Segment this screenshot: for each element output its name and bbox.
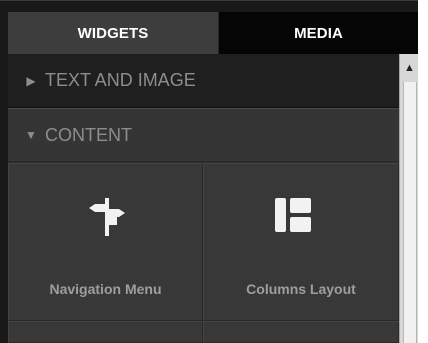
partial-widget-card[interactable] bbox=[8, 321, 203, 343]
tab-widgets[interactable]: WIDGETS bbox=[8, 12, 219, 54]
tab-widgets-label: WIDGETS bbox=[77, 24, 149, 42]
widget-panel: WIDGETS MEDIA ▶ TEXT AND IMAGE ▼ CONTENT bbox=[0, 0, 428, 343]
signpost-icon bbox=[87, 198, 127, 236]
section-text-and-image[interactable]: ▶ TEXT AND IMAGE bbox=[8, 54, 399, 108]
columns-layout-widget[interactable]: Columns Layout bbox=[203, 163, 399, 321]
navigation-menu-widget[interactable]: Navigation Menu bbox=[8, 163, 203, 321]
tab-bar: WIDGETS MEDIA bbox=[8, 12, 418, 54]
vertical-scrollbar[interactable]: ▲ bbox=[399, 54, 418, 343]
scroll-up-icon[interactable]: ▲ bbox=[404, 63, 415, 74]
partial-widget-card[interactable] bbox=[203, 321, 399, 343]
widget-list: ▶ TEXT AND IMAGE ▼ CONTENT Navigation Me… bbox=[8, 54, 399, 343]
navigation-menu-label: Navigation Menu bbox=[49, 281, 162, 297]
section-text-and-image-label: TEXT AND IMAGE bbox=[45, 70, 196, 90]
triangle-down-icon: ▼ bbox=[25, 128, 37, 142]
section-content[interactable]: ▼ CONTENT bbox=[8, 108, 399, 162]
section-content-label: CONTENT bbox=[45, 124, 132, 145]
triangle-right-icon: ▶ bbox=[26, 73, 36, 88]
tab-media[interactable]: MEDIA bbox=[219, 12, 418, 54]
scroll-track[interactable] bbox=[403, 82, 417, 343]
columns-layout-label: Columns Layout bbox=[246, 281, 356, 297]
tab-media-label: MEDIA bbox=[294, 24, 343, 42]
widget-grid: Navigation Menu Columns Layout bbox=[8, 163, 399, 343]
columns-layout-icon bbox=[275, 198, 311, 232]
